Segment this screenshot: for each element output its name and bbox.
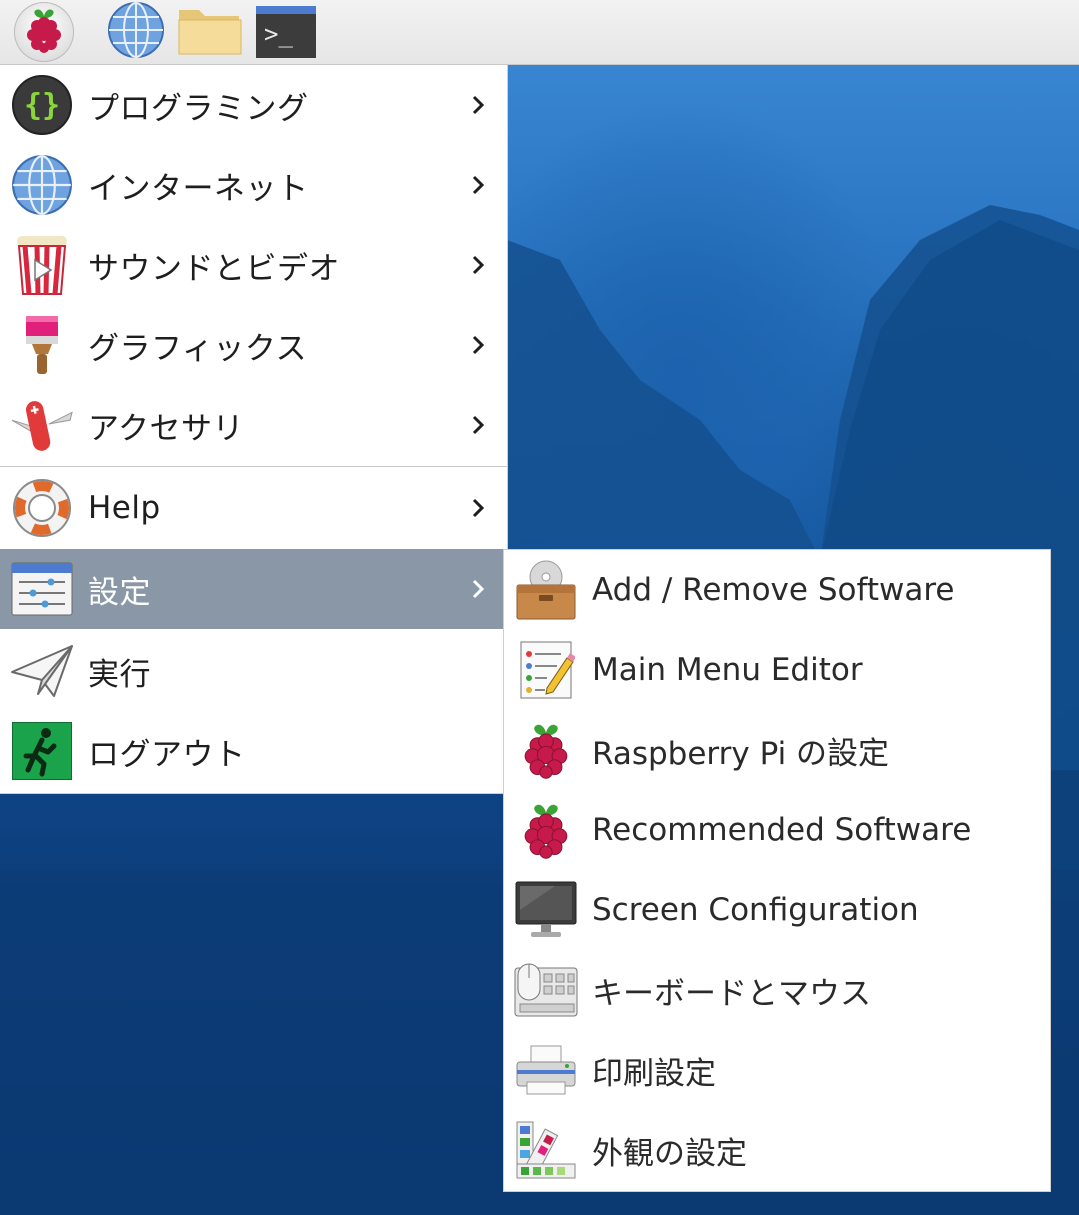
terminal-icon: >_ [256, 6, 316, 58]
package-install-icon [514, 558, 578, 622]
submenu-item-keyboard-mouse[interactable]: キーボードとマウス [504, 950, 1050, 1030]
menu-item-label: グラフィックス [88, 330, 307, 367]
menu-item-help[interactable]: Help [0, 468, 503, 548]
menu-item-label: Help [88, 490, 161, 526]
taskbar: >_ [0, 0, 1079, 65]
submenu-item-recommended-software[interactable]: Recommended Software [504, 790, 1050, 870]
folder-icon [177, 4, 243, 60]
submenu-item-label: Raspberry Pi の設定 [592, 735, 890, 772]
chevron-right-icon [471, 305, 485, 385]
submenu-item-label: Screen Configuration [592, 892, 919, 928]
menu-item-accessories[interactable]: アクセサリ [0, 385, 503, 465]
submenu-item-screen-configuration[interactable]: Screen Configuration [504, 870, 1050, 950]
menu-item-label: 設定 [88, 574, 151, 611]
submenu-item-main-menu-editor[interactable]: Main Menu Editor [504, 630, 1050, 710]
submenu-item-add-remove-software[interactable]: Add / Remove Software [504, 550, 1050, 630]
settings-submenu: Add / Remove Software Main Menu Editor R… [503, 549, 1051, 1192]
svg-text:{}: {} [24, 88, 60, 123]
settings-sliders-icon [10, 557, 74, 621]
menu-item-graphics[interactable]: グラフィックス [0, 305, 503, 385]
menu-separator [0, 466, 507, 467]
submenu-item-print-settings[interactable]: 印刷設定 [504, 1030, 1050, 1110]
menu-item-label: ログアウト [88, 736, 246, 773]
chevron-right-icon [471, 549, 485, 629]
paintbrush-icon [10, 313, 74, 377]
raspberry-menu-button[interactable] [14, 2, 74, 62]
monitor-icon [514, 878, 578, 942]
main-menu: {} プログラミング インターネット サウンドとビデオ グラフィックス アクセサ… [0, 65, 508, 794]
menu-item-run[interactable]: 実行 [0, 631, 503, 711]
exit-running-man-icon [10, 719, 74, 783]
chevron-right-icon [471, 65, 485, 145]
submenu-item-label: キーボードとマウス [592, 975, 871, 1012]
chevron-right-icon [471, 468, 485, 548]
raspberry-icon [514, 798, 578, 862]
lifebuoy-icon [10, 476, 74, 540]
menu-item-programming[interactable]: {} プログラミング [0, 65, 503, 145]
pocket-knife-icon [10, 393, 74, 457]
chevron-right-icon [471, 145, 485, 225]
menu-item-settings[interactable]: 設定 [0, 549, 503, 629]
web-browser-button[interactable] [106, 2, 166, 62]
terminal-prompt-glyph: >_ [264, 20, 293, 48]
file-manager-button[interactable] [177, 2, 243, 62]
menu-item-internet[interactable]: インターネット [0, 145, 503, 225]
chevron-right-icon [471, 225, 485, 305]
submenu-item-label: Add / Remove Software [592, 572, 955, 608]
paper-plane-icon [10, 639, 74, 703]
terminal-button[interactable]: >_ [256, 2, 316, 62]
submenu-item-raspberry-pi-config[interactable]: Raspberry Pi の設定 [504, 710, 1050, 790]
code-braces-icon: {} [10, 73, 74, 137]
menu-item-sound-video[interactable]: サウンドとビデオ [0, 225, 503, 305]
globe-icon [10, 153, 74, 217]
menu-item-label: インターネット [88, 170, 309, 207]
menu-item-label: アクセサリ [88, 410, 244, 447]
color-palette-icon [514, 1118, 578, 1182]
menu-item-logout[interactable]: ログアウト [0, 711, 503, 791]
submenu-item-label: 外観の設定 [592, 1135, 747, 1172]
submenu-item-appearance-settings[interactable]: 外観の設定 [504, 1110, 1050, 1190]
raspberry-icon [22, 6, 66, 58]
menu-editor-icon [514, 638, 578, 702]
popcorn-play-icon [10, 233, 74, 297]
globe-icon [107, 1, 165, 63]
submenu-item-label: 印刷設定 [592, 1055, 716, 1092]
raspberry-icon [514, 718, 578, 782]
menu-item-label: プログラミング [88, 90, 309, 127]
keyboard-mouse-icon [514, 958, 578, 1022]
menu-item-label: 実行 [88, 656, 151, 693]
printer-icon [514, 1038, 578, 1102]
menu-item-label: サウンドとビデオ [88, 250, 340, 287]
submenu-item-label: Main Menu Editor [592, 652, 863, 688]
chevron-right-icon [471, 385, 485, 465]
submenu-item-label: Recommended Software [592, 812, 972, 848]
